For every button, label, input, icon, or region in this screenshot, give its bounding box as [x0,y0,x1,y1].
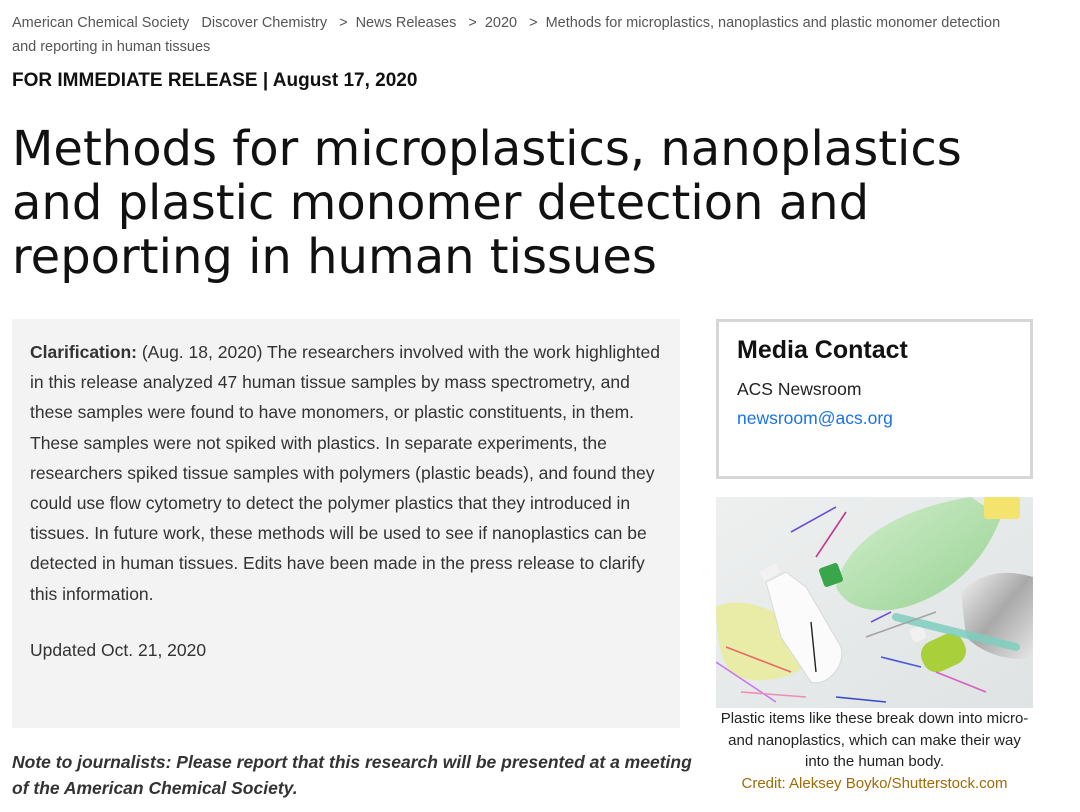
updated-date: Updated Oct. 21, 2020 [30,639,207,660]
plastic-items-illustration [716,497,1033,708]
clarification-lead: Clarification: [30,342,137,362]
journalist-note: Note to journalists: Please report that … [12,752,692,798]
photo-caption-text: Plastic items like these break down into… [720,710,1029,770]
press-release-page: American Chemical Society Discover Chemi… [0,0,1080,812]
breadcrumb-news-releases[interactable]: News Releases [356,15,457,31]
photo-credit: Credit: Aleksey Boyko/Shutterstock.com [741,774,1008,792]
breadcrumb-acs[interactable]: American Chemical Society [12,15,189,31]
page-title: Methods for microplastics, nanoplastics … [12,121,962,285]
breadcrumb-separator: > [529,15,538,31]
breadcrumb: American Chemical Society Discover Chemi… [12,11,1012,59]
release-date-line: FOR IMMEDIATE RELEASE | August 17, 2020 [12,70,418,91]
media-contact-box: Media Contact ACS Newsroom newsroom@acs.… [716,319,1033,479]
clarification-box: Clarification: (Aug. 18, 2020) The resea… [12,319,680,728]
clarification-body: (Aug. 18, 2020) The researchers involved… [30,342,661,604]
breadcrumb-separator: > [468,15,477,31]
media-contact-email-link[interactable]: newsroom@acs.org [737,408,893,428]
photo-caption: Plastic items like these break down into… [716,708,1033,794]
media-contact-name: ACS Newsroom [737,379,862,399]
clarification-paragraph: Clarification: (Aug. 18, 2020) The resea… [30,337,662,609]
media-contact-heading: Media Contact [737,336,908,364]
breadcrumb-discover-chemistry[interactable]: Discover Chemistry [201,15,327,31]
plastic-items-photo[interactable] [716,497,1033,708]
breadcrumb-separator: > [339,15,348,31]
breadcrumb-2020[interactable]: 2020 [485,15,517,31]
